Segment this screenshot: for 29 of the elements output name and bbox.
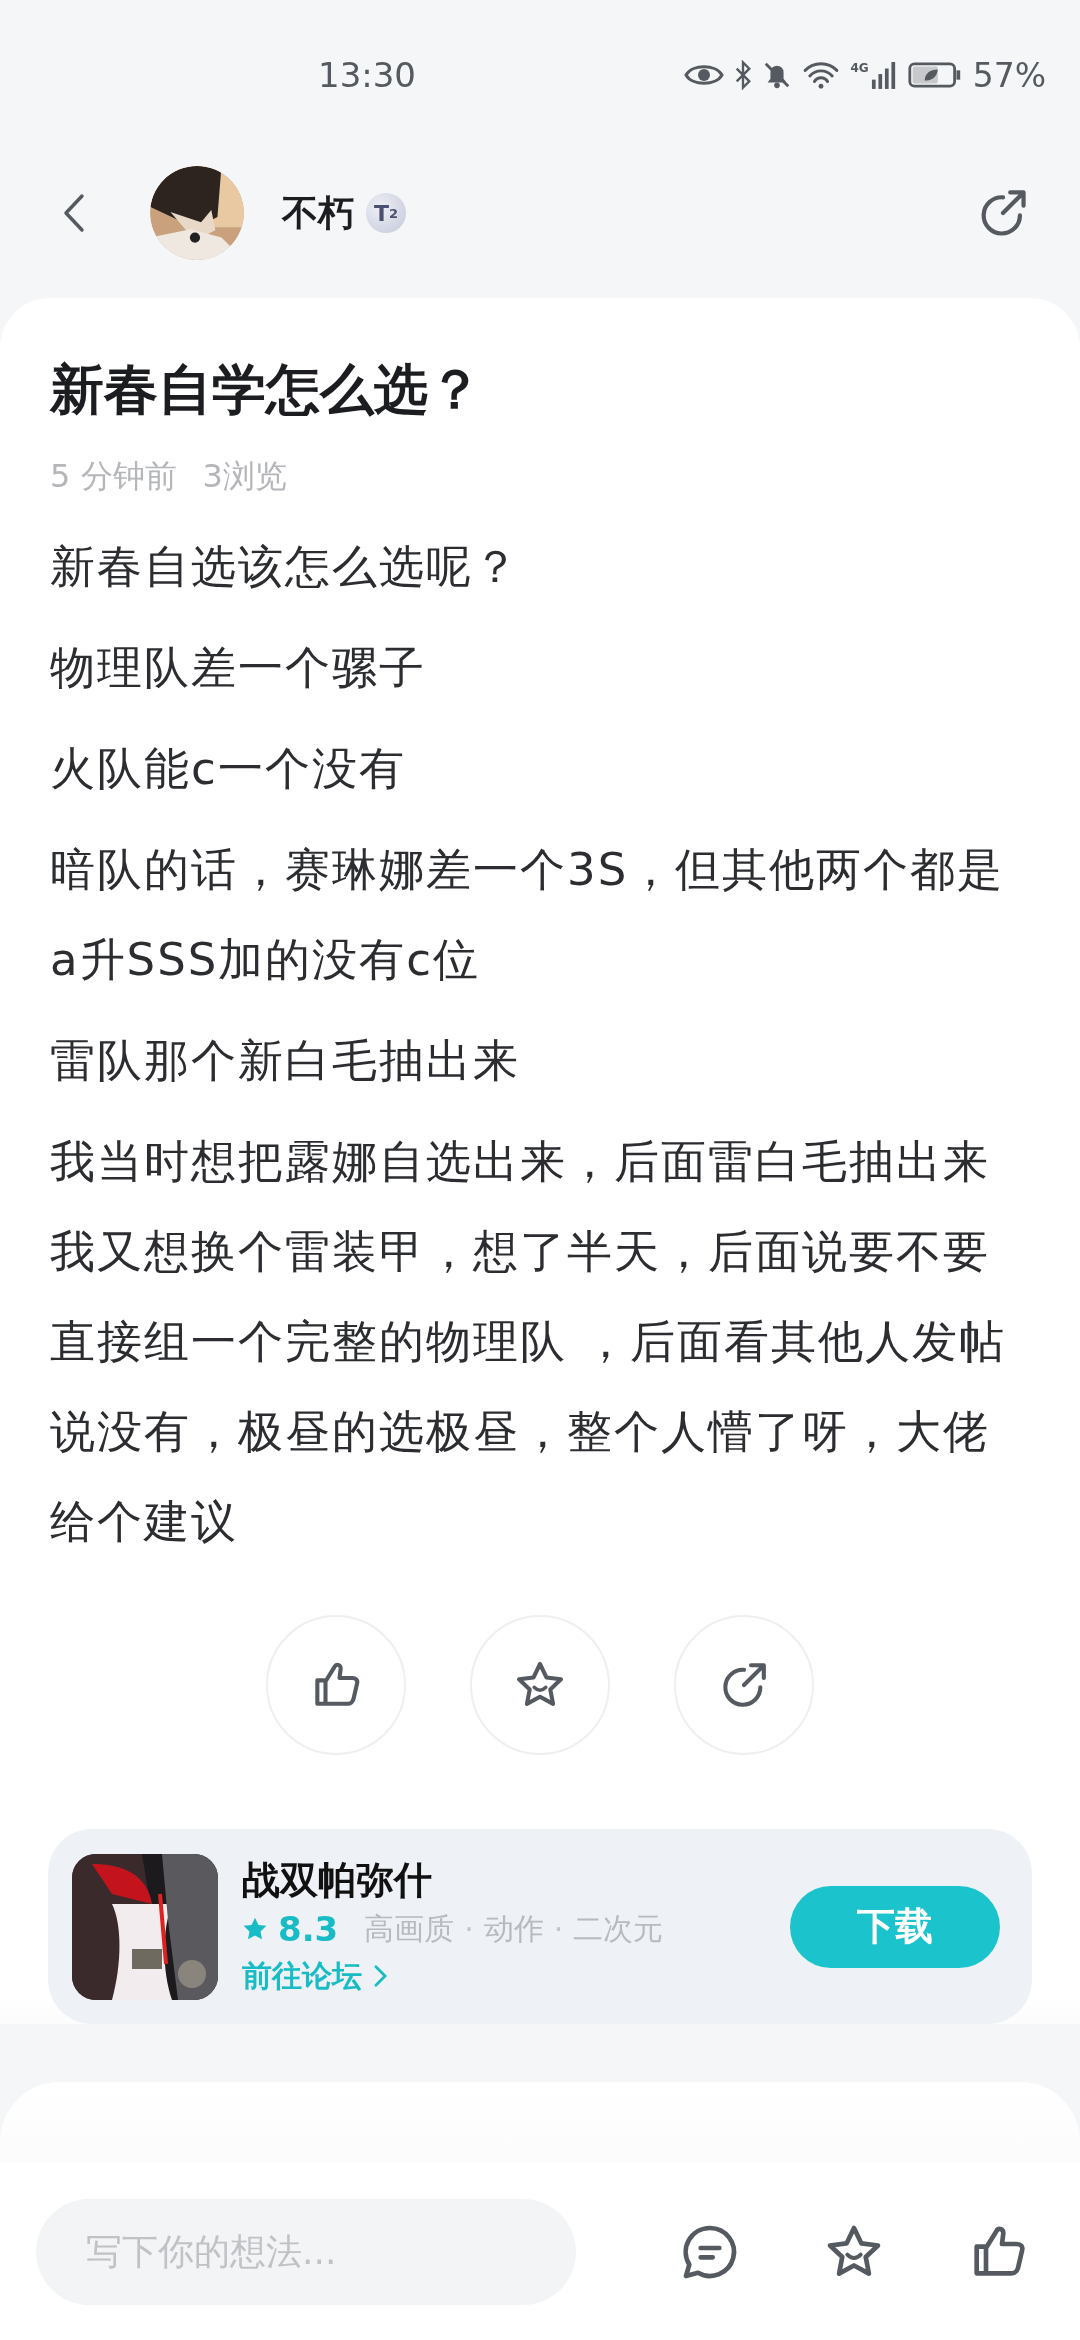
post-paragraph: 暗队的话，赛琳娜差一个3S，但其他两个都是a升SSS加的没有c位 <box>50 842 1006 988</box>
post-paragraph: 新春自选该怎么选呢？ <box>50 539 521 595</box>
post-paragraph: 物理队差一个骡子 <box>50 640 427 696</box>
game-tag: 动作 <box>483 1908 544 1950</box>
post-time: 5 分钟前 <box>50 456 177 496</box>
bluetooth-icon <box>734 60 753 90</box>
battery-icon <box>906 61 963 89</box>
view-count: 3浏览 <box>202 456 287 496</box>
post-title: 新春自学怎么选？ <box>50 357 483 423</box>
game-name: 战双帕弥什 <box>242 1856 433 1903</box>
game-tag: 高画质 <box>364 1908 455 1950</box>
rating-score: 8.3 <box>278 1909 339 1949</box>
post-paragraph: 我当时想把露娜自选出来，后面雷白毛抽出来我又想换个雷装甲，想了半天，后面说要不要直接组一个完整的物理队 ，后面看其他人发帖说没有，极昼的选极昼，整个人懵了呀，大佬给个建议 <box>50 1134 1008 1550</box>
post-paragraph: 火队能c一个没有 <box>50 741 407 797</box>
game-tag: 二次元 <box>573 1908 664 1950</box>
chevron-right-icon <box>374 1965 387 1987</box>
forum-link[interactable]: 前往论坛 <box>242 1955 664 1997</box>
post-paragraph: 雷队那个新白毛抽出来 <box>50 1033 521 1089</box>
back-icon[interactable] <box>62 193 86 233</box>
battery-percent: 57% <box>972 55 1046 95</box>
author-name[interactable]: 不朽 <box>282 188 354 238</box>
wifi-icon <box>802 61 841 89</box>
star-icon <box>242 1916 268 1942</box>
network-type: 4G <box>850 61 869 75</box>
separator-dot: · <box>464 1911 474 1947</box>
download-button[interactable]: 下载 <box>790 1885 1000 1968</box>
signal-icon <box>870 61 897 89</box>
clock-time: 13:30 <box>318 55 416 95</box>
separator-dot: · <box>553 1911 564 1947</box>
